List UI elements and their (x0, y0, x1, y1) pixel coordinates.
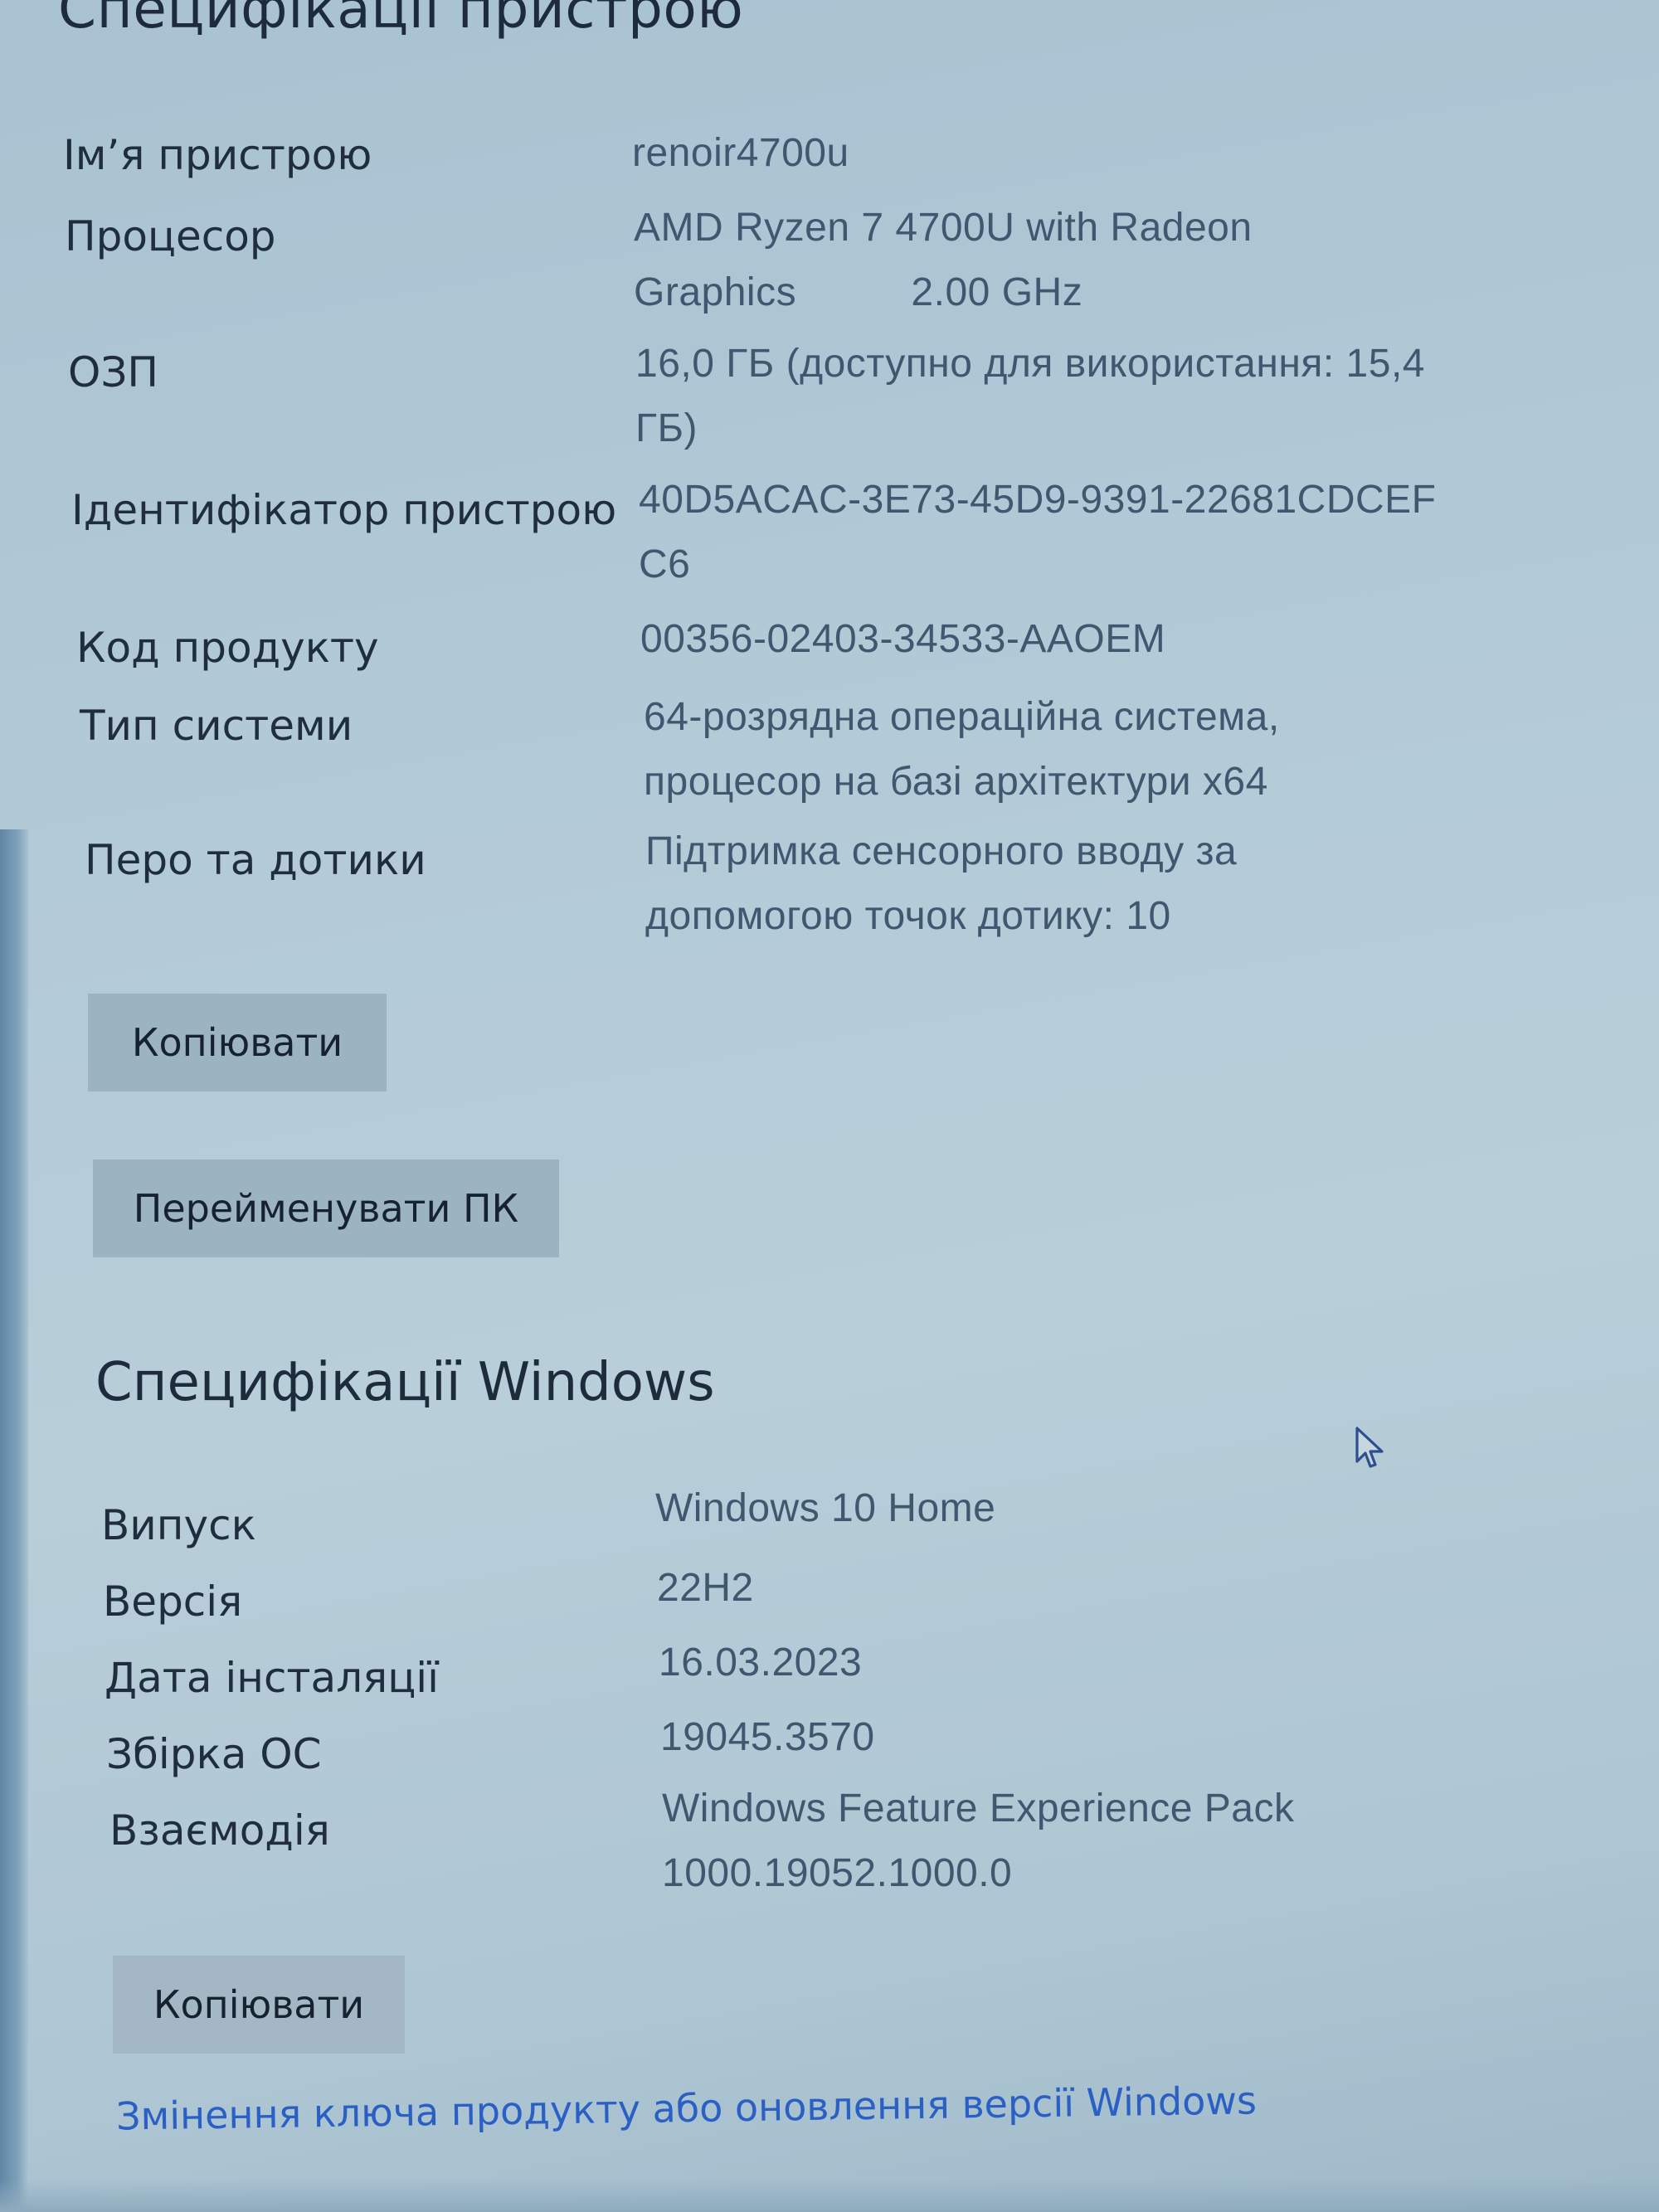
spec-label: ОЗП (68, 348, 159, 396)
spec-value: renoir4700u (632, 131, 849, 175)
copy-device-specs-button[interactable]: Копіювати (88, 994, 387, 1091)
spec-value: Підтримка сенсорного вводу за допомогою … (645, 829, 1238, 938)
spec-value: 16.03.2023 (659, 1641, 863, 1685)
copy-windows-specs-button[interactable]: Копіювати (113, 1956, 405, 2054)
spec-value: 40D5ACAC-3E73-45D9-9391-22681CDCEF C6 (639, 478, 1437, 586)
spec-label: Дата інсталяції (105, 1654, 440, 1702)
mouse-pointer-icon (1355, 1427, 1384, 1468)
spec-value: 22H2 (657, 1566, 754, 1610)
about-settings-page: Специфікації пристрою Ім’я пристрою reno… (0, 0, 1659, 2212)
spec-value: 00356-02403-34533-AAOEM (640, 617, 1166, 661)
change-product-key-link[interactable]: Змінення ключа продукту або оновлення ве… (116, 2078, 1258, 2138)
spec-label: Ім’я пристрою (63, 131, 372, 179)
spec-label: Збірка ОС (106, 1730, 322, 1778)
spec-label: Ідентифікатор пристрою (71, 486, 617, 534)
spec-label: Процесор (65, 212, 276, 260)
spec-label: Версія (103, 1578, 243, 1626)
device-specs-title: Специфікації пристрою (58, 0, 744, 41)
spec-label: Тип системи (80, 702, 353, 750)
spec-value: 16,0 ГБ (доступно для використання: 15,4… (635, 342, 1425, 450)
rename-pc-button[interactable]: Перейменувати ПК (93, 1159, 559, 1257)
spec-value: AMD Ryzen 7 4700U with Radeon Graphics 2… (634, 206, 1253, 314)
spec-label: Випуск (101, 1501, 256, 1549)
spec-value: Windows Feature Experience Pack 1000.190… (662, 1787, 1295, 1895)
windows-specs-title: Специфікації Windows (95, 1352, 715, 1413)
spec-label: Перо та дотики (85, 836, 426, 884)
spec-label: Код продукту (76, 624, 379, 672)
spec-value: Windows 10 Home (655, 1486, 996, 1530)
spec-value: 64-розрядна операційна система, процесор… (644, 695, 1280, 804)
spec-value: 19045.3570 (660, 1715, 875, 1759)
spec-label: Взаємодія (109, 1806, 330, 1855)
